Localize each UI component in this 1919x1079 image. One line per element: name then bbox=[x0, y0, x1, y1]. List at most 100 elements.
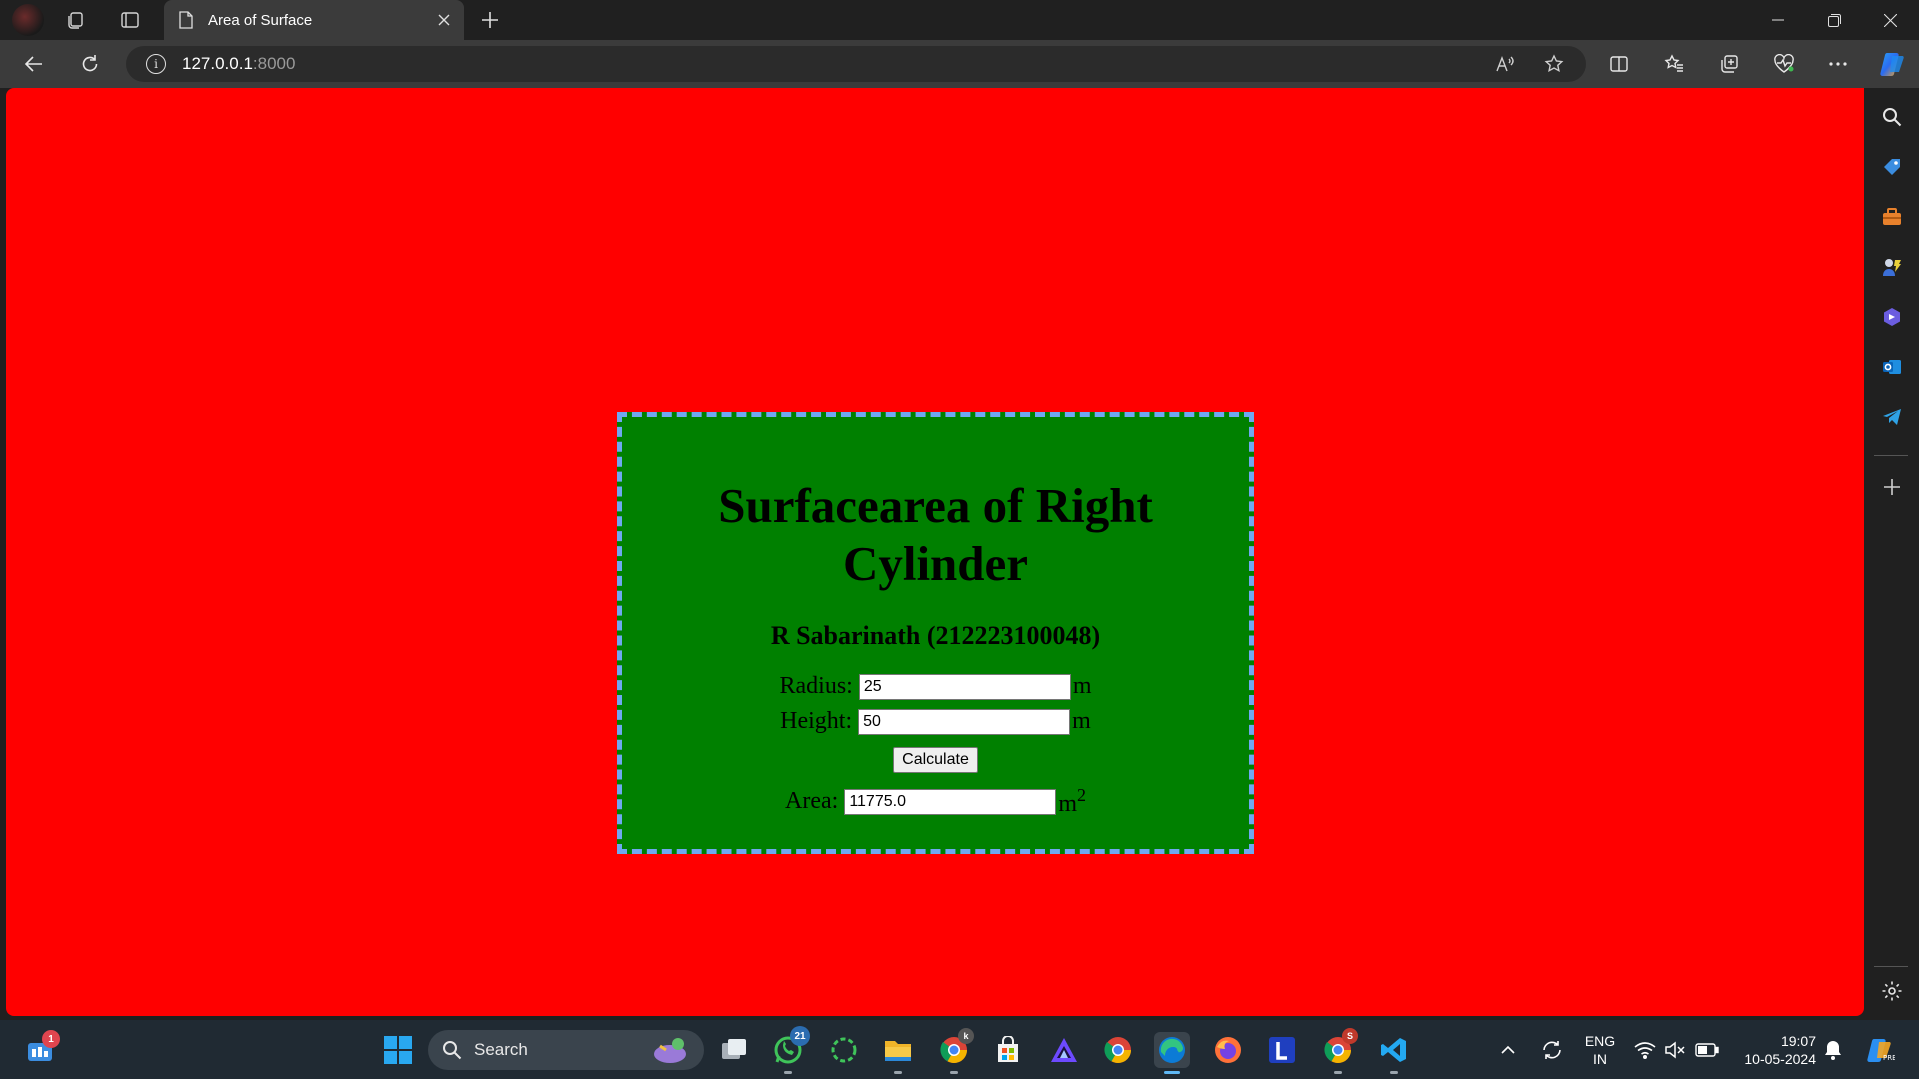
task-view-icon[interactable] bbox=[716, 1032, 752, 1068]
language-line1: ENG bbox=[1584, 1033, 1616, 1049]
file-explorer-icon[interactable] bbox=[880, 1032, 916, 1074]
firefox-icon[interactable] bbox=[1210, 1032, 1246, 1068]
tab-active[interactable]: Area of Surface bbox=[164, 0, 464, 40]
send-telegram-icon[interactable] bbox=[1877, 402, 1907, 432]
new-tab-icon[interactable] bbox=[476, 6, 504, 34]
widgets-icon[interactable]: 1 bbox=[22, 1030, 60, 1068]
notification-badge: 1 bbox=[42, 1030, 60, 1048]
sidebar-settings-icon[interactable] bbox=[1877, 976, 1907, 1006]
page-title: Surfacearea of Right Cylinder bbox=[718, 478, 1153, 591]
profile-s-badge: S bbox=[1342, 1028, 1358, 1044]
collections-icon[interactable] bbox=[1713, 48, 1745, 80]
taskbar-search[interactable]: Search bbox=[428, 1030, 704, 1070]
author-line: R Sabarinath (212223100048) bbox=[770, 621, 1101, 650]
windows-taskbar: 1 Search 21 k S ENG IN 19:07 10-05-2024 … bbox=[0, 1020, 1919, 1079]
more-menu-icon[interactable] bbox=[1822, 48, 1854, 80]
search-highlight-icon bbox=[654, 1038, 686, 1063]
refresh-app-icon[interactable] bbox=[826, 1032, 862, 1068]
chrome-icon[interactable] bbox=[1100, 1032, 1136, 1068]
split-screen-icon[interactable] bbox=[1603, 48, 1635, 80]
whatsapp-icon[interactable]: 21 bbox=[770, 1026, 810, 1074]
site-info-icon[interactable]: i bbox=[146, 54, 166, 74]
height-row: Height: m bbox=[622, 708, 1249, 735]
show-hidden-icons-chevron[interactable] bbox=[1494, 1032, 1522, 1068]
profile-avatar[interactable] bbox=[12, 4, 44, 36]
microsoft-store-icon[interactable] bbox=[990, 1032, 1026, 1068]
sidebar-search-icon[interactable] bbox=[1877, 102, 1907, 132]
radius-input[interactable] bbox=[858, 673, 1071, 700]
outlook-icon[interactable] bbox=[1877, 352, 1907, 382]
page-viewport: Surfacearea of Right Cylinder R Sabarina… bbox=[6, 88, 1864, 1016]
tools-briefcase-icon[interactable] bbox=[1877, 202, 1907, 232]
clock[interactable]: 19:07 10-05-2024 bbox=[1726, 1032, 1816, 1068]
tab-title: Area of Surface bbox=[208, 11, 313, 29]
add-sidebar-app-icon[interactable] bbox=[1877, 472, 1907, 502]
close-tab-icon[interactable] bbox=[432, 8, 456, 32]
running-indicator bbox=[1390, 1071, 1398, 1074]
svg-text:PRE: PRE bbox=[1883, 1054, 1895, 1062]
radius-label: Radius: bbox=[779, 673, 853, 699]
url-port: :8000 bbox=[252, 54, 296, 73]
clock-time: 19:07 bbox=[1780, 1033, 1816, 1049]
clock-date: 10-05-2024 bbox=[1744, 1051, 1816, 1067]
height-unit: m bbox=[1072, 708, 1091, 734]
sync-icon[interactable] bbox=[1534, 1032, 1570, 1068]
notification-bell-icon[interactable] bbox=[1818, 1032, 1848, 1068]
language-indicator[interactable]: ENG IN bbox=[1580, 1032, 1620, 1068]
workspaces-icon[interactable] bbox=[62, 6, 90, 34]
title-bar: Area of Surface bbox=[0, 0, 1919, 40]
vscode-icon[interactable] bbox=[1376, 1032, 1412, 1074]
close-window-icon[interactable] bbox=[1862, 0, 1918, 40]
profile-k-badge: k bbox=[958, 1028, 974, 1044]
calculator-card: Surfacearea of Right Cylinder R Sabarina… bbox=[617, 412, 1254, 854]
read-aloud-icon[interactable] bbox=[1489, 48, 1521, 80]
area-output[interactable] bbox=[844, 788, 1057, 815]
running-indicator bbox=[950, 1071, 958, 1074]
wifi-icon[interactable] bbox=[1630, 1032, 1660, 1068]
running-indicator bbox=[784, 1071, 792, 1074]
favorite-star-icon[interactable] bbox=[1538, 48, 1570, 80]
height-label: Height: bbox=[780, 708, 853, 734]
search-label: Search bbox=[474, 1040, 528, 1059]
running-indicator bbox=[1334, 1071, 1342, 1074]
sidebar-divider bbox=[1874, 455, 1908, 456]
chrome-profile-k-icon[interactable]: k bbox=[936, 1028, 974, 1074]
games-icon[interactable] bbox=[1877, 252, 1907, 282]
copilot-icon[interactable] bbox=[1876, 48, 1908, 80]
proton-vpn-icon[interactable] bbox=[1046, 1032, 1082, 1068]
edge-icon[interactable] bbox=[1154, 1032, 1190, 1074]
area-label: Area: bbox=[785, 788, 839, 814]
refresh-icon[interactable] bbox=[74, 48, 106, 80]
start-windows-icon[interactable] bbox=[380, 1032, 416, 1068]
active-indicator bbox=[1164, 1071, 1180, 1074]
l-app-icon[interactable] bbox=[1264, 1032, 1300, 1068]
volume-muted-icon[interactable] bbox=[1660, 1032, 1690, 1068]
copilot-taskbar-icon[interactable]: PRE bbox=[1862, 1032, 1898, 1068]
copilot-sidebar-icon[interactable] bbox=[1877, 302, 1907, 332]
tab-actions-icon[interactable] bbox=[116, 6, 144, 34]
area-row: Area: m2 bbox=[622, 785, 1249, 818]
shopping-tag-icon[interactable] bbox=[1877, 152, 1907, 182]
restore-icon[interactable] bbox=[1806, 0, 1862, 40]
whatsapp-badge: 21 bbox=[790, 1026, 810, 1046]
radius-row: Radius: m bbox=[622, 673, 1249, 700]
address-bar[interactable]: i 127.0.0.1:8000 bbox=[126, 46, 1586, 82]
area-unit-base: m bbox=[1058, 791, 1077, 817]
favorites-icon[interactable] bbox=[1658, 48, 1690, 80]
chrome-profile-s-icon[interactable]: S bbox=[1320, 1028, 1358, 1074]
height-input[interactable] bbox=[858, 708, 1071, 735]
page-icon bbox=[179, 11, 193, 29]
search-icon bbox=[443, 1041, 462, 1060]
running-indicator bbox=[894, 1071, 902, 1074]
edge-sidebar bbox=[1864, 88, 1919, 1016]
minimize-icon[interactable] bbox=[1750, 0, 1806, 40]
radius-unit: m bbox=[1072, 673, 1092, 699]
browser-essentials-icon[interactable] bbox=[1768, 48, 1800, 80]
url-host: 127.0.0.1 bbox=[182, 54, 253, 73]
battery-icon[interactable] bbox=[1692, 1032, 1722, 1068]
back-icon[interactable] bbox=[18, 48, 50, 80]
calculate-button[interactable]: Calculate bbox=[893, 747, 978, 773]
area-unit-exponent: 2 bbox=[1076, 785, 1086, 805]
sidebar-divider-bottom bbox=[1874, 966, 1908, 967]
area-unit: m2 bbox=[1058, 785, 1086, 818]
